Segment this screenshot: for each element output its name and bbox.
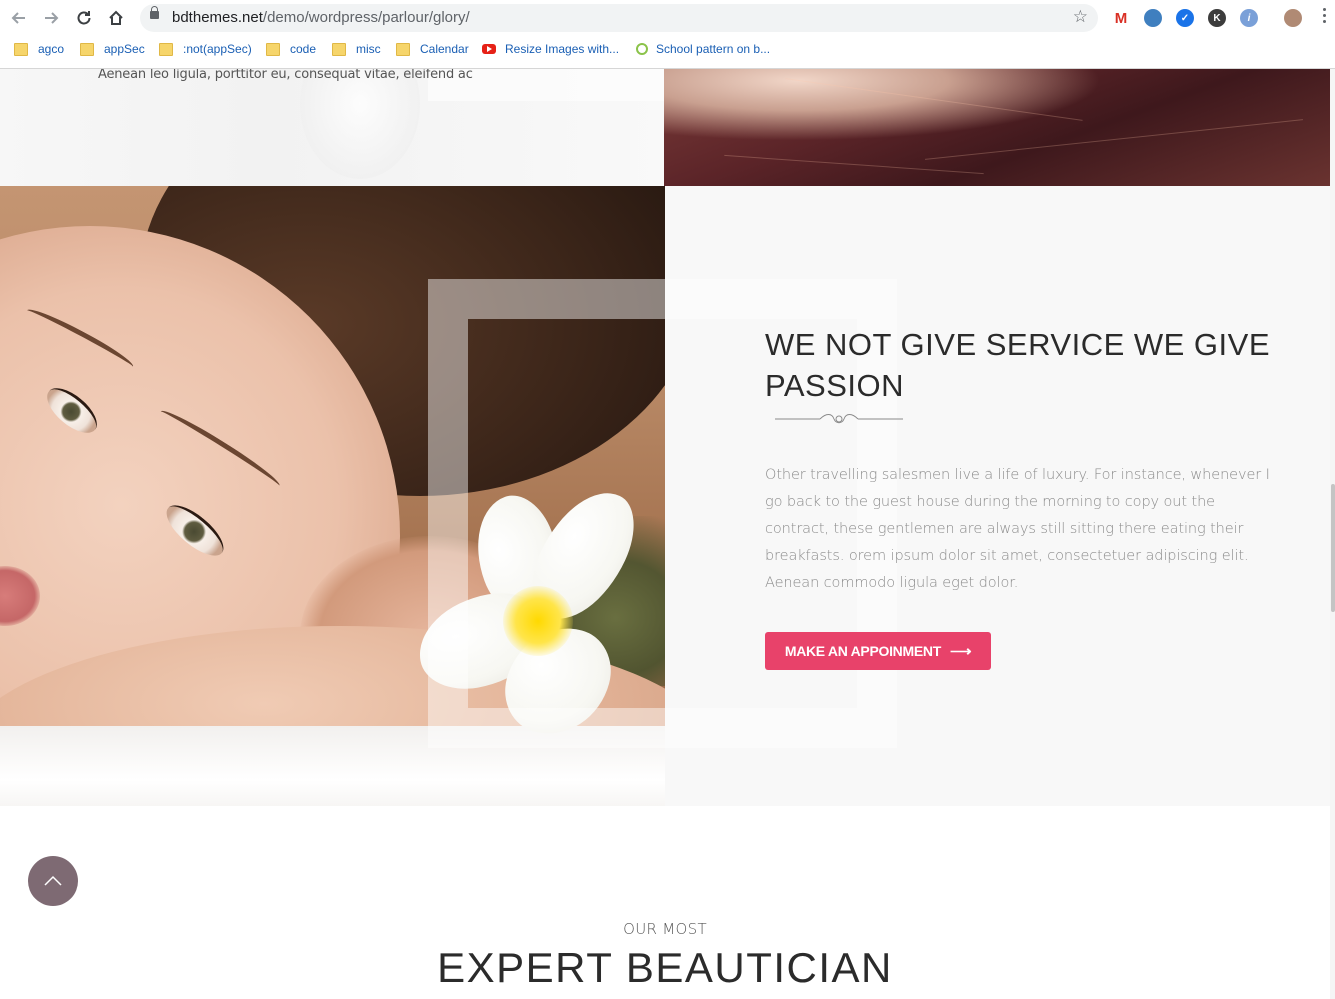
hair-strand — [785, 78, 1083, 121]
top-section-text: Aenean leo ligula, porttitor eu, consequ… — [98, 69, 473, 82]
make-appointment-button[interactable]: MAKE AN APPOINMENT ⟶ — [765, 632, 991, 670]
section-subtitle: OUR MOST — [623, 920, 707, 938]
bookmark-calendar[interactable]: Calendar — [396, 42, 469, 56]
bookmark-star-icon[interactable]: ☆ — [1073, 7, 1088, 27]
folder-icon — [80, 42, 94, 56]
section-title: EXPERT BEAUTICIAN — [437, 944, 893, 991]
browser-menu-icon[interactable] — [1323, 8, 1327, 26]
profile-avatar[interactable] — [1284, 9, 1302, 27]
bookmark-not-appsec[interactable]: :not(appSec) — [159, 42, 252, 56]
back-arrow-icon[interactable] — [6, 5, 32, 31]
bookmark-label: :not(appSec) — [183, 42, 252, 56]
bookmark-resize-images[interactable]: Resize Images with... — [482, 42, 619, 56]
scroll-to-top-button[interactable] — [28, 856, 78, 906]
circle-c-icon — [636, 43, 648, 55]
button-label: MAKE AN APPOINMENT — [784, 643, 941, 659]
decorative-background — [300, 69, 420, 179]
folder-icon — [332, 42, 346, 56]
hair-strand — [924, 119, 1304, 160]
folder-icon — [266, 42, 280, 56]
bookmark-label: Resize Images with... — [505, 42, 620, 56]
url-path: /demo/wordpress/parlour/glory/ — [262, 9, 470, 26]
top-right-photo — [664, 69, 1331, 186]
bookmark-misc[interactable]: misc — [332, 42, 381, 56]
url-domain: bdthemes.net — [172, 9, 263, 26]
bookmark-code[interactable]: code — [266, 42, 316, 56]
scrollbar-thumb[interactable] — [1331, 484, 1335, 612]
ornament-divider-icon — [775, 414, 903, 424]
globe-extension-icon[interactable] — [1144, 9, 1162, 27]
bookmark-label: Calendar — [420, 42, 469, 56]
k-extension-icon[interactable]: K — [1208, 9, 1226, 27]
feature-heading: WE NOT GIVE SERVICE WE GIVE PASSION — [765, 327, 1271, 403]
folder-icon — [396, 42, 410, 56]
arrow-right-icon: ⟶ — [949, 643, 972, 660]
address-bar[interactable]: bdthemes.net/demo/wordpress/parlour/glor… — [140, 4, 1098, 32]
chevron-up-icon — [44, 875, 62, 886]
expert-section: OUR MOST EXPERT BEAUTICIAN — [0, 806, 1335, 999]
bookmark-school-pattern[interactable]: School pattern on b... — [636, 42, 770, 56]
bookmark-label: appSec — [104, 42, 145, 56]
forward-arrow-icon[interactable] — [38, 5, 64, 31]
bookmark-appsec[interactable]: appSec — [80, 42, 145, 56]
hair-strand — [724, 154, 984, 175]
bookmark-label: School pattern on b... — [656, 42, 771, 56]
folder-icon — [14, 42, 28, 56]
youtube-icon — [482, 44, 496, 54]
folder-icon — [159, 42, 173, 56]
check-extension-icon[interactable]: ✓ — [1176, 9, 1194, 27]
reload-icon[interactable] — [71, 5, 97, 31]
scrollbar[interactable] — [1330, 69, 1335, 999]
feature-paragraph: Other travelling salesmen live a life of… — [765, 467, 1270, 591]
bookmark-label: agco — [38, 42, 65, 56]
bookmark-agco[interactable]: agco — [14, 42, 64, 56]
browser-chrome: bdthemes.net/demo/wordpress/parlour/glor… — [0, 0, 1335, 69]
bookmark-label: code — [290, 42, 317, 56]
home-icon[interactable] — [103, 5, 129, 31]
bookmarks-bar: agco appSec :not(appSec) code misc Calen… — [0, 38, 1335, 64]
web-page: Aenean leo ligula, porttitor eu, consequ… — [0, 69, 1335, 999]
url-text: bdthemes.net/demo/wordpress/parlour/glor… — [172, 9, 470, 26]
info-extension-icon[interactable]: i — [1240, 9, 1258, 27]
bookmark-label: misc — [356, 42, 381, 56]
top-left-panel: Aenean leo ligula, porttitor eu, consequ… — [0, 69, 897, 186]
lock-icon — [150, 6, 159, 19]
gmail-icon[interactable]: M — [1112, 9, 1130, 27]
